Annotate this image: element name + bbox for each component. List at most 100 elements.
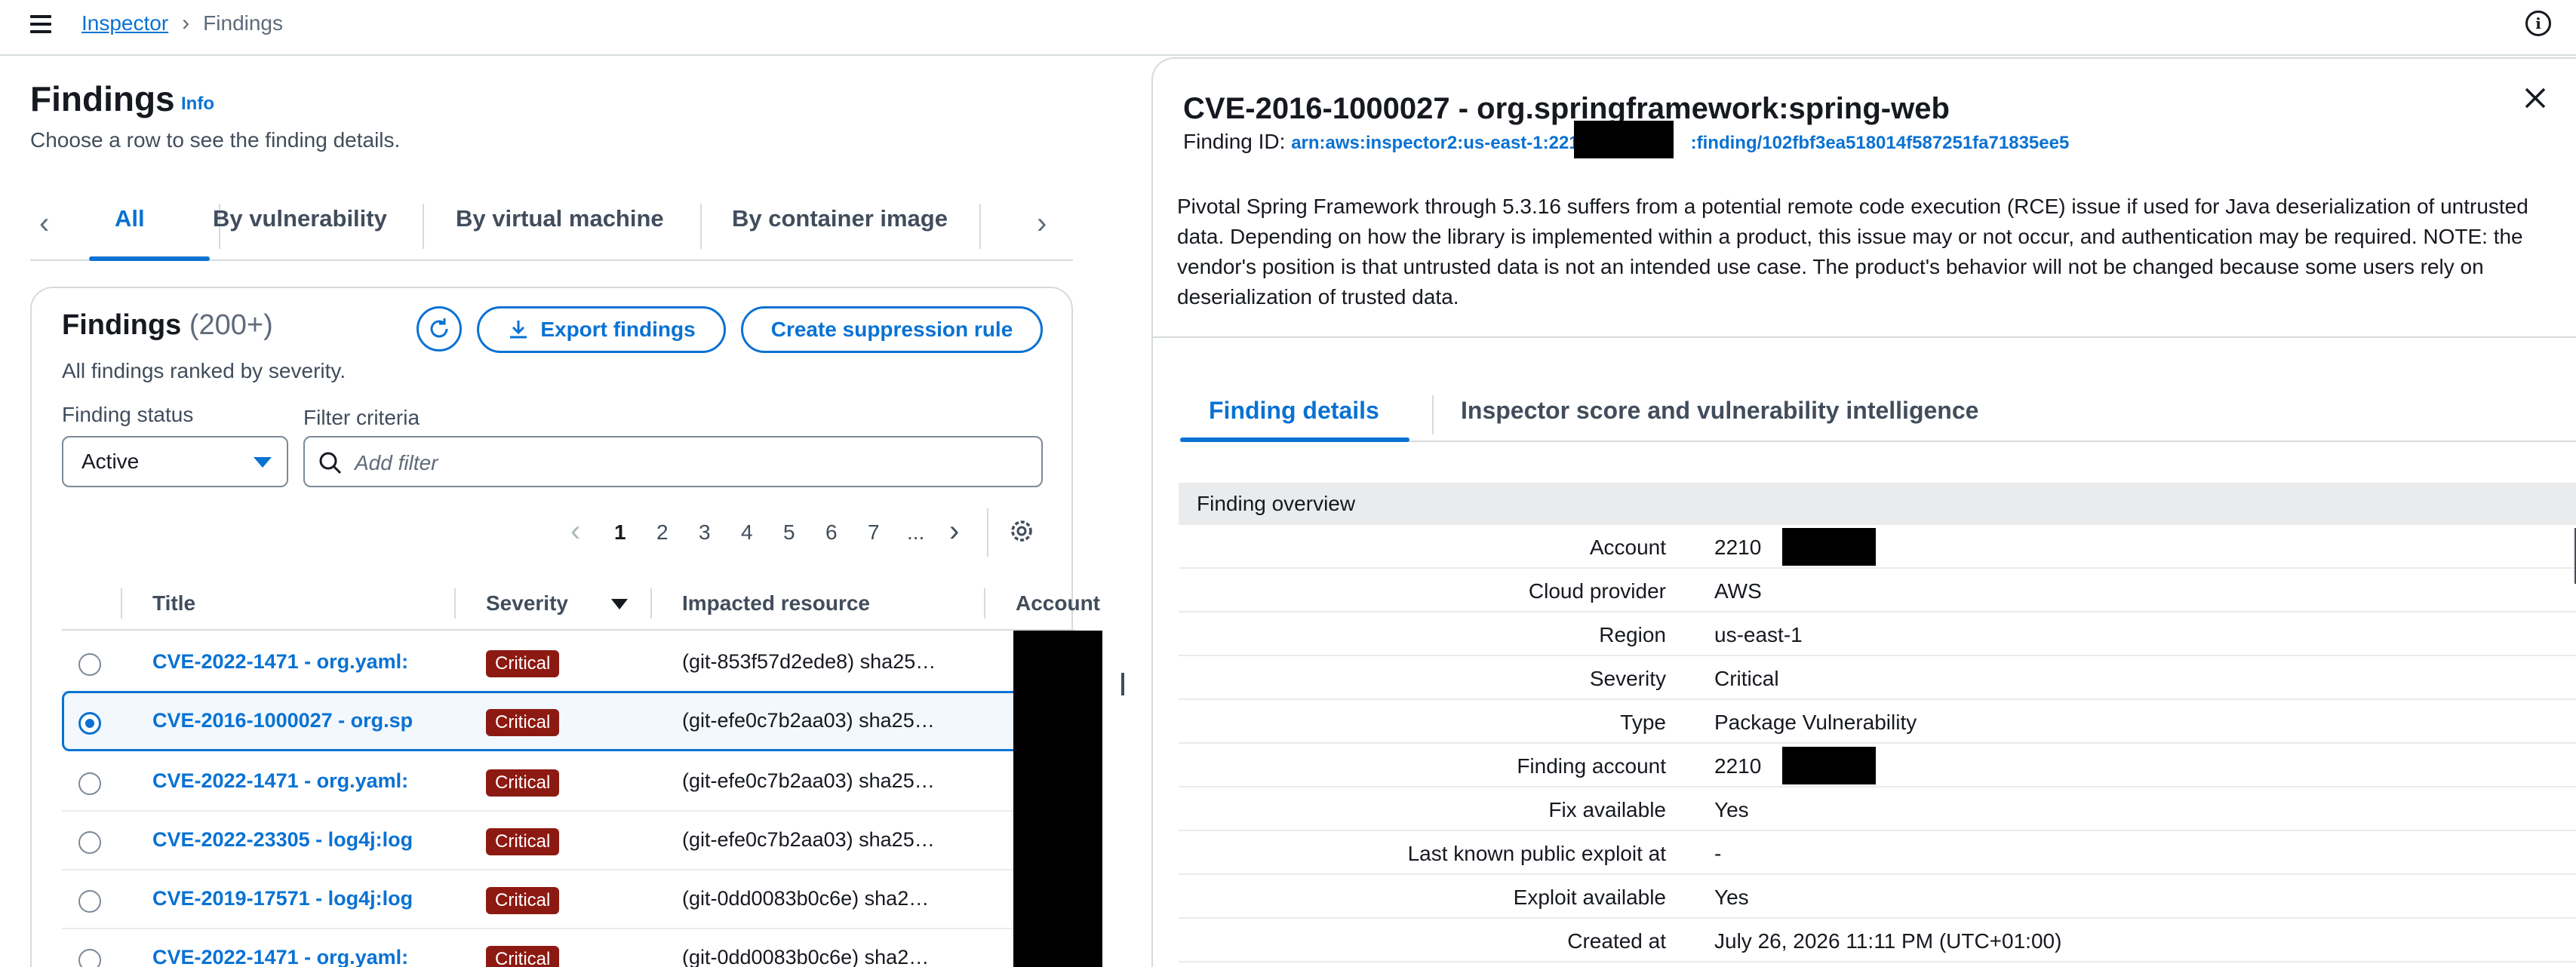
table-row-selected[interactable]: CVE-2016-1000027 - org.sp Critical (git-… [62, 691, 1074, 751]
overview-key: Created at [1567, 929, 1666, 953]
column-divider [454, 588, 456, 619]
column-impacted-resource[interactable]: Impacted resource [682, 591, 870, 616]
column-title[interactable]: Title [152, 591, 195, 616]
tab-divider [979, 204, 981, 249]
impacted-resource: (git-efe0c7b2aa03) sha25… [682, 709, 935, 732]
create-suppression-rule-label: Create suppression rule [770, 318, 1013, 341]
table-row[interactable]: CVE-2022-1471 - org.yaml: Critical (git-… [62, 928, 1074, 967]
finding-arn-prefix[interactable]: arn:aws:inspector2:us-east-1:221 [1291, 133, 1578, 153]
breadcrumb-inspector-link[interactable]: Inspector [81, 11, 168, 35]
finding-title-link[interactable]: CVE-2022-1471 - org.yaml: [152, 769, 424, 793]
overview-row-exploit-available: Exploit available Yes [1179, 875, 2576, 919]
page-5[interactable]: 5 [783, 520, 795, 545]
tab-all[interactable]: All [115, 205, 145, 232]
page-title: Findings [30, 79, 175, 118]
page-4[interactable]: 4 [741, 520, 753, 545]
findings-list-panel: Findings Info Choose a row to see the fi… [0, 56, 1111, 967]
column-account[interactable]: Account [1016, 591, 1100, 616]
overview-key: Region [1599, 623, 1666, 646]
divider [1153, 336, 2576, 338]
overview-key: Finding account [1517, 754, 1666, 778]
overview-key: Type [1620, 711, 1666, 734]
tab-inspector-score[interactable]: Inspector score and vulnerability intell… [1461, 397, 1978, 425]
overview-value: us-east-1 [1714, 623, 1803, 646]
sort-descending-icon[interactable] [611, 599, 628, 609]
finding-title-link[interactable]: CVE-2016-1000027 - org.sp [152, 709, 424, 732]
table-row[interactable]: CVE-2022-23305 - log4j:log Critical (git… [62, 810, 1074, 870]
finding-title-link[interactable]: CVE-2022-23305 - log4j:log [152, 828, 424, 852]
tab-by-vulnerability[interactable]: By vulnerability [213, 205, 387, 232]
row-radio[interactable] [78, 712, 101, 735]
finding-description: Pivotal Spring Framework through 5.3.16 … [1177, 195, 2528, 309]
info-link[interactable]: Info [181, 94, 214, 115]
overview-row-cloud-provider: Cloud provider AWS [1179, 569, 2576, 612]
tab-by-container-image[interactable]: By container image [732, 205, 948, 232]
finding-title-link[interactable]: CVE-2022-1471 - org.yaml: [152, 650, 424, 674]
severity-badge: Critical [486, 650, 560, 677]
overview-key: Cloud provider [1528, 579, 1666, 603]
info-icon[interactable]: i [2525, 11, 2551, 36]
overview-row-severity: Severity Critical [1179, 656, 2576, 700]
chevron-left-icon[interactable]: ‹ [39, 207, 49, 241]
row-radio[interactable] [78, 890, 101, 913]
menu-icon[interactable] [29, 12, 53, 36]
settings-icon[interactable] [1007, 516, 1037, 546]
finding-status-select[interactable]: Active [62, 436, 288, 487]
impacted-resource: (git-efe0c7b2aa03) sha25… [682, 828, 935, 851]
finding-detail-title: CVE-2016-1000027 - org.springframework:s… [1183, 92, 1950, 125]
chevron-right-icon[interactable]: › [949, 514, 959, 548]
active-tab-indicator [89, 256, 210, 261]
impacted-resource: (git-0dd0083b0c6e) sha2… [682, 946, 930, 967]
severity-badge: Critical [486, 769, 560, 797]
overview-row-type: Type Package Vulnerability [1179, 700, 2576, 744]
refresh-icon [430, 318, 448, 338]
page-3[interactable]: 3 [699, 520, 711, 545]
page-description: Choose a row to see the finding details. [30, 128, 401, 152]
finding-arn-suffix[interactable]: :finding/102fbf3ea518014f587251fa71835ee… [1691, 133, 2070, 153]
severity-badge: Critical [486, 709, 560, 736]
chevron-left-icon[interactable]: ‹ [570, 514, 580, 548]
overview-row-fix-available: Fix available Yes [1179, 787, 2576, 831]
finding-title-link[interactable]: CVE-2022-1471 - org.yaml: [152, 946, 424, 967]
create-suppression-rule-button[interactable]: Create suppression rule [741, 306, 1043, 353]
overview-value: - [1714, 842, 1722, 865]
row-radio[interactable] [78, 653, 101, 676]
severity-badge: Critical [486, 887, 560, 914]
overview-value: AWS [1714, 579, 1762, 603]
filter-criteria-label: Filter criteria [303, 406, 420, 429]
tab-divider [700, 204, 702, 249]
tab-finding-details[interactable]: Finding details [1209, 397, 1379, 425]
close-icon[interactable] [2522, 84, 2549, 112]
page-2[interactable]: 2 [656, 520, 669, 545]
chevron-right-icon[interactable]: › [1037, 207, 1047, 241]
page-1[interactable]: 1 [614, 520, 626, 545]
refresh-button[interactable] [417, 306, 462, 351]
page-7[interactable]: 7 [868, 520, 880, 545]
row-radio[interactable] [78, 831, 101, 854]
overview-key: Fix available [1548, 798, 1666, 821]
overview-value: Critical [1714, 667, 1779, 690]
table-row[interactable]: CVE-2019-17571 - log4j:log Critical (git… [62, 869, 1074, 929]
filter-input[interactable]: Add filter [303, 436, 1043, 487]
tab-by-virtual-machine[interactable]: By virtual machine [456, 205, 664, 232]
panel-resize-handle[interactable] [1121, 673, 1124, 695]
filter-placeholder: Add filter [355, 451, 438, 474]
export-findings-button[interactable]: Export findings [477, 306, 726, 353]
row-radio[interactable] [78, 949, 101, 967]
redaction-block [1013, 631, 1102, 967]
overview-row-last-exploit: Last known public exploit at - [1179, 831, 2576, 875]
table-row[interactable]: CVE-2022-1471 - org.yaml: Critical (git-… [62, 751, 1074, 812]
overview-key: Last known public exploit at [1407, 842, 1666, 865]
finding-title-link[interactable]: CVE-2019-17571 - log4j:log [152, 887, 424, 910]
redaction-block [1574, 121, 1674, 158]
page-ellipsis: ... [907, 520, 925, 544]
impacted-resource: (git-0dd0083b0c6e) sha2… [682, 887, 930, 910]
finding-overview-heading: Finding overview [1179, 483, 2576, 525]
breadcrumb-current: Findings [203, 11, 284, 35]
export-findings-label: Export findings [540, 318, 696, 341]
page-6[interactable]: 6 [825, 520, 838, 545]
pager-divider [987, 508, 988, 557]
row-radio[interactable] [78, 772, 101, 795]
table-row[interactable]: CVE-2022-1471 - org.yaml: Critical (git-… [62, 632, 1074, 692]
column-severity[interactable]: Severity [486, 591, 568, 616]
